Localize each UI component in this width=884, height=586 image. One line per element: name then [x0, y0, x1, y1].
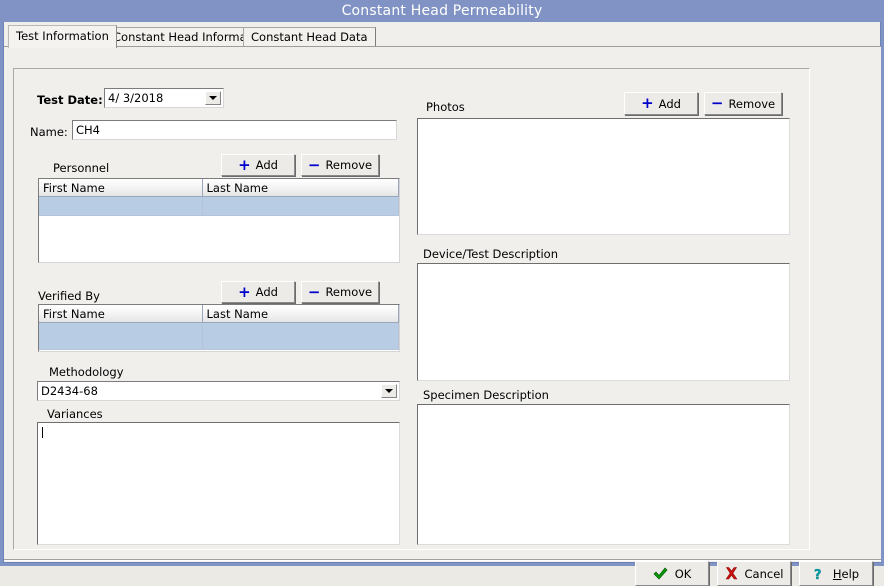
ok-button[interactable]: OK — [635, 561, 709, 586]
specimen-description-label: Specimen Description — [423, 389, 549, 402]
verified-by-add-label: Add — [256, 285, 278, 299]
photos-remove-label: Remove — [728, 97, 775, 111]
name-label: Name: — [30, 126, 68, 139]
photos-label: Photos — [426, 101, 465, 114]
close-icon — [725, 567, 738, 580]
help-button[interactable]: ? Help — [799, 561, 873, 586]
test-date-value: 4/ 3/2018 — [108, 91, 163, 105]
cell-last-name[interactable] — [202, 323, 399, 350]
chevron-down-icon[interactable] — [205, 91, 221, 105]
dialog-client-area: Test Information Constant Head Informati… — [3, 22, 881, 563]
column-header-last-name: Last Name — [202, 179, 399, 197]
help-accelerator: H — [833, 567, 842, 581]
table-row[interactable] — [39, 197, 399, 216]
device-test-description-textarea[interactable] — [417, 263, 790, 381]
column-header-first-name: First Name — [39, 179, 202, 197]
window-title: Constant Head Permeability — [342, 3, 543, 19]
cell-first-name[interactable] — [39, 197, 202, 216]
check-icon — [653, 567, 668, 580]
verified-by-table[interactable]: First Name Last Name — [38, 304, 400, 352]
tab-constant-head-data[interactable]: Constant Head Data — [243, 27, 376, 47]
device-test-description-label: Device/Test Description — [423, 248, 558, 261]
cell-first-name[interactable] — [39, 323, 202, 350]
verified-by-add-button[interactable]: + Add — [221, 281, 295, 303]
test-date-combo[interactable]: 4/ 3/2018 — [104, 88, 224, 108]
ok-label: OK — [675, 567, 692, 581]
specimen-description-textarea[interactable] — [417, 404, 790, 545]
column-header-first-name: First Name — [39, 305, 202, 323]
personnel-remove-label: Remove — [325, 158, 372, 172]
verified-by-label: Verified By — [38, 290, 100, 303]
personnel-table[interactable]: First Name Last Name — [38, 178, 400, 263]
table-row[interactable] — [39, 323, 399, 350]
text-caret — [42, 427, 43, 438]
svg-text:?: ? — [814, 568, 822, 581]
methodology-combo[interactable]: D2434-68 — [37, 381, 400, 401]
personnel-label: Personnel — [53, 162, 109, 175]
name-value: CH4 — [76, 123, 100, 137]
table-header-row: First Name Last Name — [39, 179, 399, 197]
test-date-label: Test Date: — [37, 94, 103, 107]
tab-test-information[interactable]: Test Information — [8, 25, 117, 48]
photos-add-label: Add — [659, 97, 681, 111]
personnel-add-label: Add — [256, 158, 278, 172]
photos-add-button[interactable]: + Add — [624, 92, 698, 115]
methodology-label: Methodology — [49, 366, 124, 379]
table-header-row: First Name Last Name — [39, 305, 399, 323]
minus-icon: − — [308, 285, 321, 300]
personnel-remove-button[interactable]: − Remove — [301, 154, 379, 176]
help-label: Help — [833, 567, 859, 581]
empty-cell — [39, 216, 202, 263]
verified-by-remove-label: Remove — [325, 285, 372, 299]
variances-label: Variances — [47, 408, 103, 421]
tab-page-test-information: Test Date: 4/ 3/2018 Name: CH4 Personnel… — [4, 47, 881, 562]
empty-cell — [202, 216, 399, 263]
photos-remove-button[interactable]: − Remove — [704, 92, 782, 115]
personnel-add-button[interactable]: + Add — [221, 154, 295, 176]
cancel-label: Cancel — [745, 567, 784, 581]
tab-label: Test Information — [16, 29, 109, 43]
plus-icon: + — [238, 158, 251, 173]
methodology-value: D2434-68 — [41, 384, 98, 398]
verified-by-remove-button[interactable]: − Remove — [301, 281, 379, 303]
table-empty-area — [39, 216, 399, 263]
tab-strip: Test Information Constant Head Informati… — [4, 25, 881, 47]
photos-list[interactable] — [417, 118, 790, 235]
plus-icon: + — [238, 285, 251, 300]
variances-textarea[interactable] — [37, 422, 400, 545]
cell-last-name[interactable] — [202, 197, 399, 216]
cancel-button[interactable]: Cancel — [717, 561, 791, 586]
help-label-rest: elp — [842, 567, 860, 581]
tab-label: Constant Head Data — [251, 30, 368, 44]
name-input[interactable]: CH4 — [72, 120, 397, 140]
question-mark-icon: ? — [813, 567, 826, 581]
column-header-last-name: Last Name — [202, 305, 399, 323]
plus-icon: + — [641, 96, 654, 111]
minus-icon: − — [308, 158, 321, 173]
dialog-window: Constant Head Permeability Test Informat… — [0, 0, 884, 566]
minus-icon: − — [711, 96, 724, 111]
title-bar: Constant Head Permeability — [0, 0, 884, 22]
chevron-down-icon[interactable] — [381, 384, 397, 398]
